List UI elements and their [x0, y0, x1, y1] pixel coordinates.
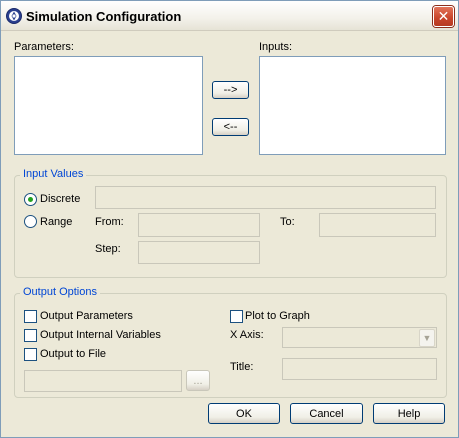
plot-to-graph-label[interactable]: Plot to Graph [245, 310, 310, 322]
output-to-file-label[interactable]: Output to File [40, 348, 106, 360]
help-button[interactable]: Help [373, 403, 445, 424]
x-axis-label: X Axis: [230, 329, 264, 341]
inputs-label: Inputs: [259, 41, 293, 53]
plot-to-graph-checkbox[interactable] [230, 310, 243, 323]
output-parameters-checkbox[interactable] [24, 310, 37, 323]
output-to-file-checkbox[interactable] [24, 348, 37, 361]
dialog-window: Simulation Configuration ✕ Parameters: I… [0, 0, 459, 438]
plot-title-label: Title: [230, 361, 254, 373]
output-options-title: Output Options [20, 286, 100, 298]
output-parameters-label[interactable]: Output Parameters [40, 310, 133, 322]
step-label: Step: [95, 243, 121, 255]
input-values-title: Input Values [20, 168, 87, 180]
title-bar[interactable]: Simulation Configuration ✕ [1, 1, 458, 31]
output-internal-variables-label[interactable]: Output Internal Variables [40, 329, 161, 341]
remove-from-inputs-button[interactable]: <-- [212, 118, 249, 136]
from-field[interactable] [138, 213, 260, 237]
step-field[interactable] [138, 241, 260, 264]
parameters-list[interactable] [14, 56, 203, 155]
close-icon: ✕ [437, 8, 450, 24]
plot-title-field[interactable] [282, 358, 437, 380]
window-title: Simulation Configuration [26, 9, 182, 24]
x-axis-dropdown[interactable]: ▼ [282, 327, 437, 348]
browse-button[interactable]: ... [186, 370, 210, 391]
inputs-list[interactable] [259, 56, 446, 155]
to-label: To: [280, 216, 295, 228]
output-file-path-field[interactable] [24, 370, 182, 392]
from-label: From: [95, 216, 124, 228]
parameters-label: Parameters: [14, 41, 74, 53]
discrete-radio[interactable] [24, 193, 37, 206]
discrete-values-field[interactable] [95, 186, 436, 209]
range-label[interactable]: Range [40, 216, 72, 228]
discrete-label[interactable]: Discrete [40, 193, 80, 205]
to-field[interactable] [319, 213, 436, 237]
chevron-down-icon[interactable]: ▼ [419, 329, 435, 347]
add-to-inputs-button[interactable]: --> [212, 81, 249, 99]
output-internal-variables-checkbox[interactable] [24, 329, 37, 342]
range-radio[interactable] [24, 215, 37, 228]
cancel-button[interactable]: Cancel [290, 403, 363, 424]
ok-button[interactable]: OK [208, 403, 280, 424]
close-button[interactable]: ✕ [433, 6, 454, 27]
simulation-app-icon [6, 8, 22, 24]
